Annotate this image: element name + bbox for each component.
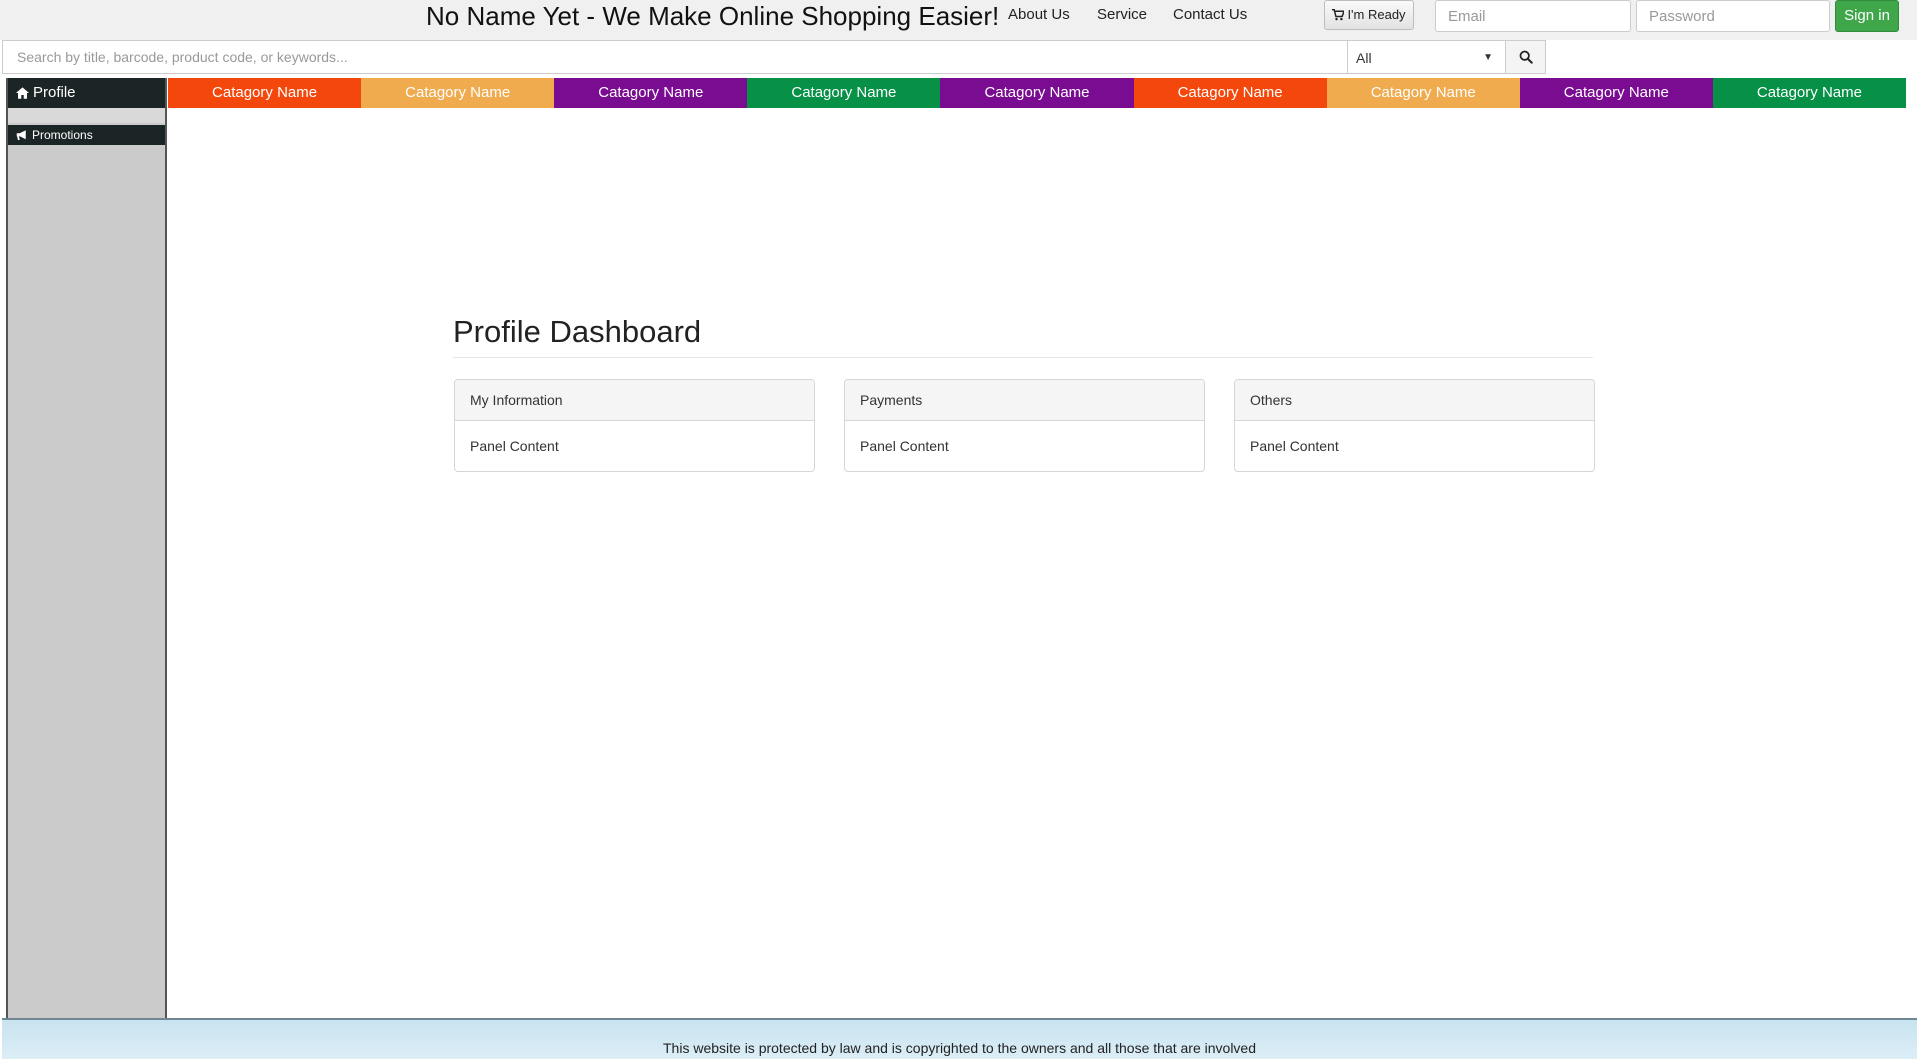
category-tab[interactable]: Catagory Name [747,78,941,108]
sidebar-item-label: Promotions [32,128,93,142]
panel-body: Panel Content [860,438,949,454]
category-tab[interactable]: Catagory Name [1133,78,1327,108]
page-title: Profile Dashboard [453,314,702,349]
nav-about-us[interactable]: About Us [1008,0,1070,30]
search-button[interactable] [1506,40,1546,74]
category-bar: Catagory Name Catagory Name Catagory Name C… [168,78,1906,108]
search-bar: All ▼ [0,40,1917,76]
category-tab[interactable]: Catagory Name [168,78,362,108]
title-divider [453,357,1593,358]
sidebar-item-profile[interactable]: Profile [8,78,165,108]
search-icon [1519,50,1533,64]
nav-contact-us[interactable]: Contact Us [1173,0,1247,30]
nav-service[interactable]: Service [1097,0,1147,30]
search-category-select[interactable]: All ▼ [1348,40,1506,74]
bullhorn-icon [16,130,26,140]
panel-body: Panel Content [470,438,559,454]
category-tab[interactable]: Catagory Name [554,78,748,108]
category-tab[interactable]: Catagory Name [940,78,1134,108]
panel-body: Panel Content [1250,438,1339,454]
sidebar-item-label: Profile [33,84,76,101]
sign-in-button[interactable]: Sign in [1835,0,1899,32]
top-navbar: No Name Yet - We Make Online Shopping Ea… [0,0,1917,40]
footer: This website is protected by law and is … [2,1018,1917,1059]
sidebar-divider [8,108,165,123]
site-brand[interactable]: No Name Yet - We Make Online Shopping Ea… [426,0,999,32]
sidebar-item-promotions[interactable]: Promotions [8,125,165,145]
sidebar: Profile Promotions [6,78,167,1018]
category-tab[interactable]: Catagory Name [1712,78,1906,108]
category-tab[interactable]: Catagory Name [1326,78,1520,108]
password-field[interactable] [1636,0,1830,32]
category-tab[interactable]: Catagory Name [361,78,555,108]
email-field[interactable] [1435,0,1631,32]
panel-heading: My Information [455,380,814,421]
panel-heading: Others [1235,380,1594,421]
home-icon [16,87,29,99]
panel-my-information: My Information Panel Content [454,379,815,472]
panel-others: Others Panel Content [1234,379,1595,472]
search-input[interactable] [2,40,1348,74]
copyright-text: This website is protected by law and is … [663,1040,1256,1056]
category-tab[interactable]: Catagory Name [1519,78,1713,108]
search-category-value: All [1356,50,1372,66]
im-ready-label: I'm Ready [1347,7,1406,22]
im-ready-button[interactable]: I'm Ready [1324,0,1414,30]
panel-heading: Payments [845,380,1204,421]
panel-payments: Payments Panel Content [844,379,1205,472]
cart-icon [1332,9,1346,21]
caret-down-icon: ▼ [1483,52,1493,63]
